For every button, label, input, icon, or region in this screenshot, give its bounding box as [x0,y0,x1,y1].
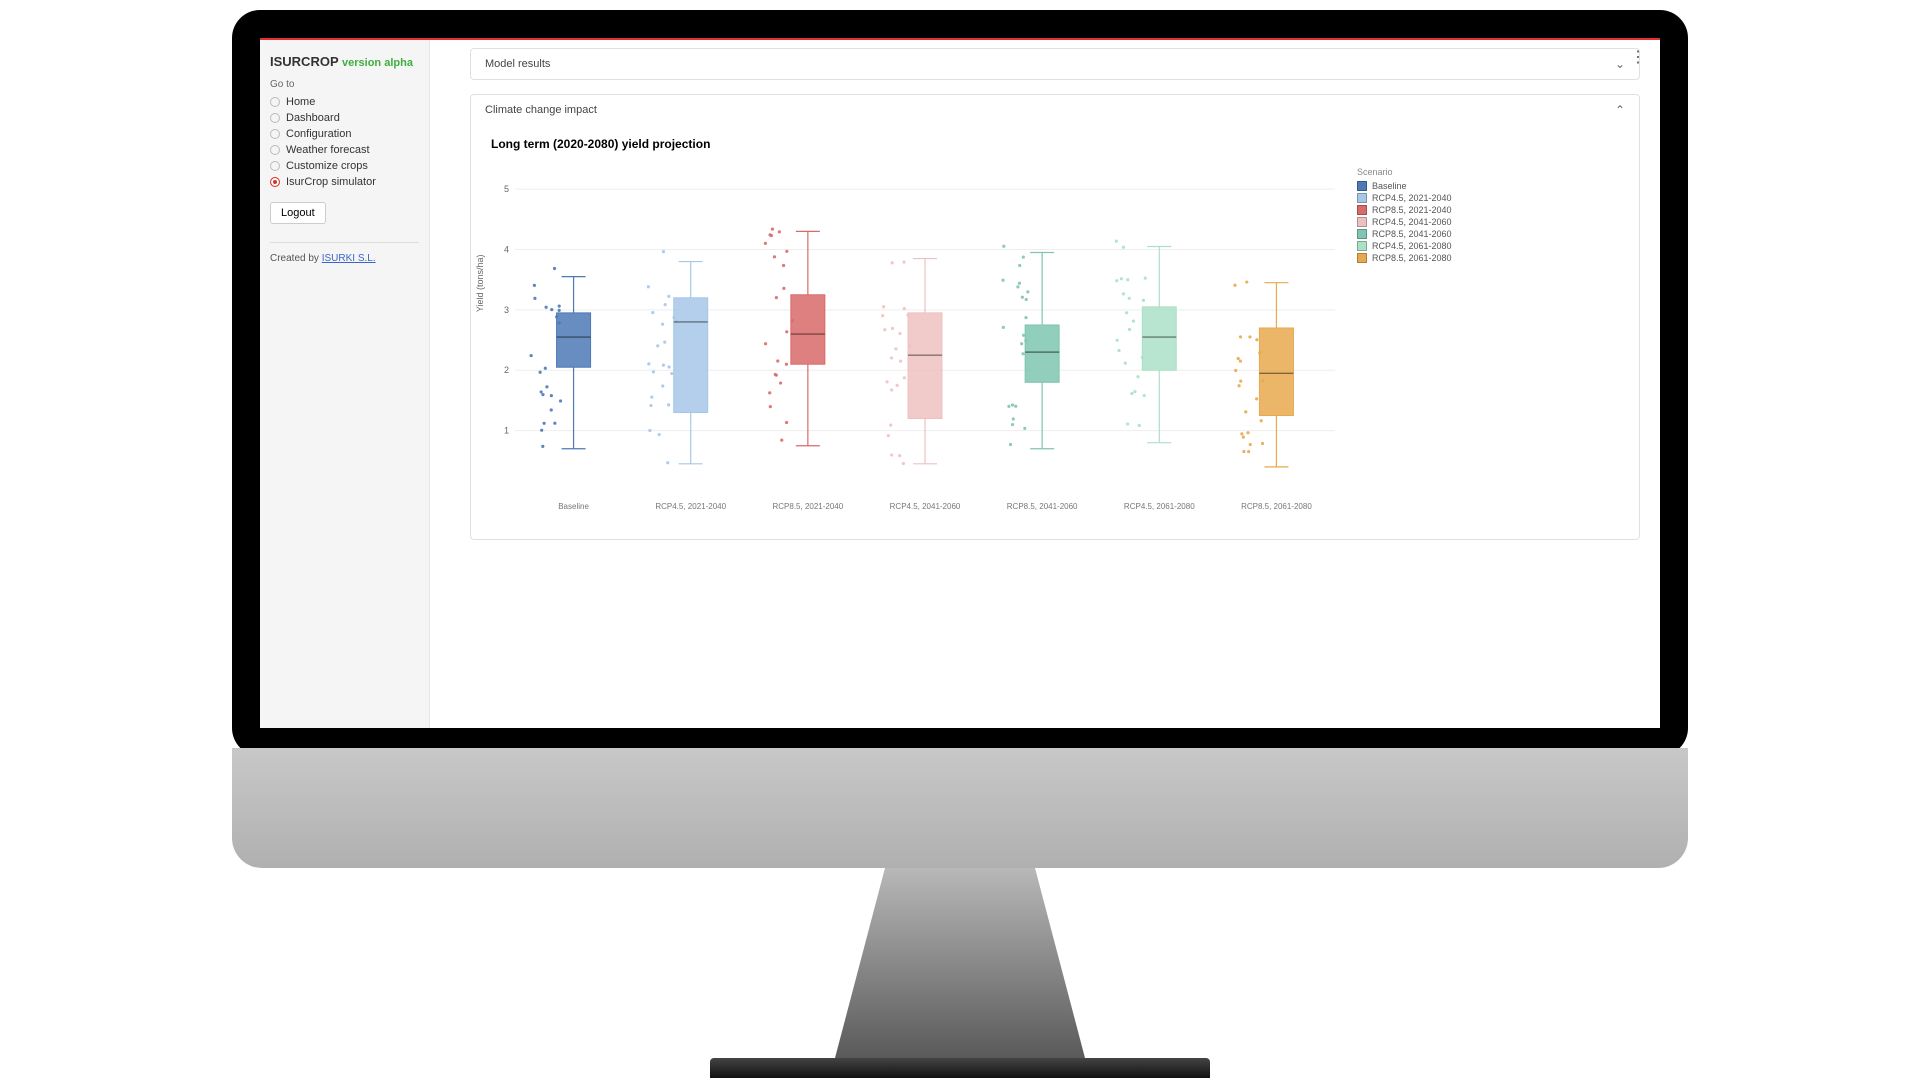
sidebar-item-label: Home [286,96,315,108]
panel-model-results-header[interactable]: Model results ⌄ [471,49,1639,79]
legend-label: RCP8.5, 2021-2040 [1372,205,1452,215]
brand-name: ISURCROP [270,54,338,69]
chart-wrap: Yield (tons/ha) 12345BaselineRCP4.5, 202… [485,161,1625,521]
legend-row: RCP4.5, 2061-2080 [1357,241,1452,251]
legend-row: RCP8.5, 2021-2040 [1357,205,1452,215]
monitor-chin [232,748,1688,868]
radio-icon [270,113,280,123]
sidebar: ISURCROP version alpha Go to Home Dashboa… [260,40,430,728]
legend-swatch [1357,193,1367,203]
svg-text:4: 4 [504,244,509,254]
svg-text:5: 5 [504,184,509,194]
chevron-down-icon: ⌄ [1615,57,1625,71]
legend-label: Baseline [1372,181,1407,191]
legend-label: RCP4.5, 2041-2060 [1372,217,1452,227]
panel-climate-impact-body: Long term (2020-2080) yield projection Y… [471,125,1639,539]
radio-icon [270,161,280,171]
brand: ISURCROP version alpha [270,54,419,69]
legend-swatch [1357,205,1367,215]
logout-button[interactable]: Logout [270,202,326,224]
main-content: ⋮ Model results ⌄ Climate change impact … [430,40,1660,728]
legend-label: RCP8.5, 2041-2060 [1372,229,1452,239]
y-axis-label: Yield (tons/ha) [475,254,485,312]
sidebar-item-label: Weather forecast [286,144,370,156]
panel-model-results: Model results ⌄ [470,48,1640,80]
legend: Scenario Baseline RCP4.5, 2021-2040 RCP8.5… [1357,167,1452,265]
kebab-menu-icon[interactable]: ⋮ [1630,50,1646,66]
credit: Created by ISURKI S.L. [270,253,419,264]
svg-text:RCP4.5, 2061-2080: RCP4.5, 2061-2080 [1124,502,1195,511]
legend-label: RCP4.5, 2061-2080 [1372,241,1452,251]
credit-link[interactable]: ISURKI S.L. [322,253,376,264]
monitor-stand [835,868,1085,1058]
panel-climate-impact-title: Climate change impact [485,104,597,116]
legend-row: Baseline [1357,181,1452,191]
legend-row: RCP8.5, 2041-2060 [1357,229,1452,239]
brand-version: version alpha [342,57,413,69]
chevron-up-icon: ⌃ [1615,103,1625,117]
svg-text:RCP8.5, 2041-2060: RCP8.5, 2041-2060 [1007,502,1078,511]
legend-label: RCP4.5, 2021-2040 [1372,193,1452,203]
svg-text:RCP8.5, 2061-2080: RCP8.5, 2061-2080 [1241,502,1312,511]
panel-climate-impact-header[interactable]: Climate change impact ⌃ [471,95,1639,125]
svg-text:RCP4.5, 2021-2040: RCP4.5, 2021-2040 [655,502,726,511]
box-plot-svg: 1 2 3 4 5 Baseline RCP4.5, 2021-2040 RCP8.5, 20… [485,161,1345,521]
sidebar-item-label: Configuration [286,128,351,140]
app-screen: ISURCROP version alpha Go to Home Dashboa… [260,38,1660,728]
sidebar-item-label: Customize crops [286,160,368,172]
sidebar-item-configuration[interactable]: Configuration [270,126,419,142]
legend-swatch [1357,229,1367,239]
radio-icon [270,177,280,187]
svg-text:RCP8.5, 2021-2040: RCP8.5, 2021-2040 [772,502,843,511]
svg-text:2: 2 [504,365,509,375]
sidebar-item-home[interactable]: Home [270,94,419,110]
sidebar-item-label: Dashboard [286,112,340,124]
nav-list: Home Dashboard Configuration Weather foreca… [270,94,419,190]
svg-text:Baseline: Baseline [558,502,589,511]
legend-label: RCP8.5, 2061-2080 [1372,253,1452,263]
sidebar-item-dashboard[interactable]: Dashboard [270,110,419,126]
monitor-bezel: ISURCROP version alpha Go to Home Dashboa… [232,10,1688,756]
sidebar-item-weather-forecast[interactable]: Weather forecast [270,142,419,158]
goto-label: Go to [270,79,419,90]
svg-text:1: 1 [504,426,509,436]
sidebar-item-label: IsurCrop simulator [286,176,376,188]
svg-text:3: 3 [504,305,509,315]
sidebar-item-customize-crops[interactable]: Customize crops [270,158,419,174]
monitor-mockup: ISURCROP version alpha Go to Home Dashboa… [232,10,1688,1078]
monitor-base [710,1058,1210,1078]
radio-icon [270,97,280,107]
svg-text:RCP4.5, 2041-2060: RCP4.5, 2041-2060 [890,502,961,511]
legend-swatch [1357,217,1367,227]
panel-model-results-title: Model results [485,58,550,70]
divider [270,242,419,243]
panel-climate-impact: Climate change impact ⌃ Long term (2020-… [470,94,1640,540]
legend-swatch [1357,241,1367,251]
legend-swatch [1357,253,1367,263]
legend-row: RCP8.5, 2061-2080 [1357,253,1452,263]
box-plot: Yield (tons/ha) 12345BaselineRCP4.5, 202… [485,161,1345,521]
legend-swatch [1357,181,1367,191]
legend-row: RCP4.5, 2041-2060 [1357,217,1452,227]
credit-prefix: Created by [270,253,322,264]
legend-row: RCP4.5, 2021-2040 [1357,193,1452,203]
radio-icon [270,129,280,139]
radio-icon [270,145,280,155]
chart-title: Long term (2020-2080) yield projection [491,137,1625,151]
legend-title: Scenario [1357,167,1452,177]
sidebar-item-isurcrop-simulator[interactable]: IsurCrop simulator [270,174,419,190]
